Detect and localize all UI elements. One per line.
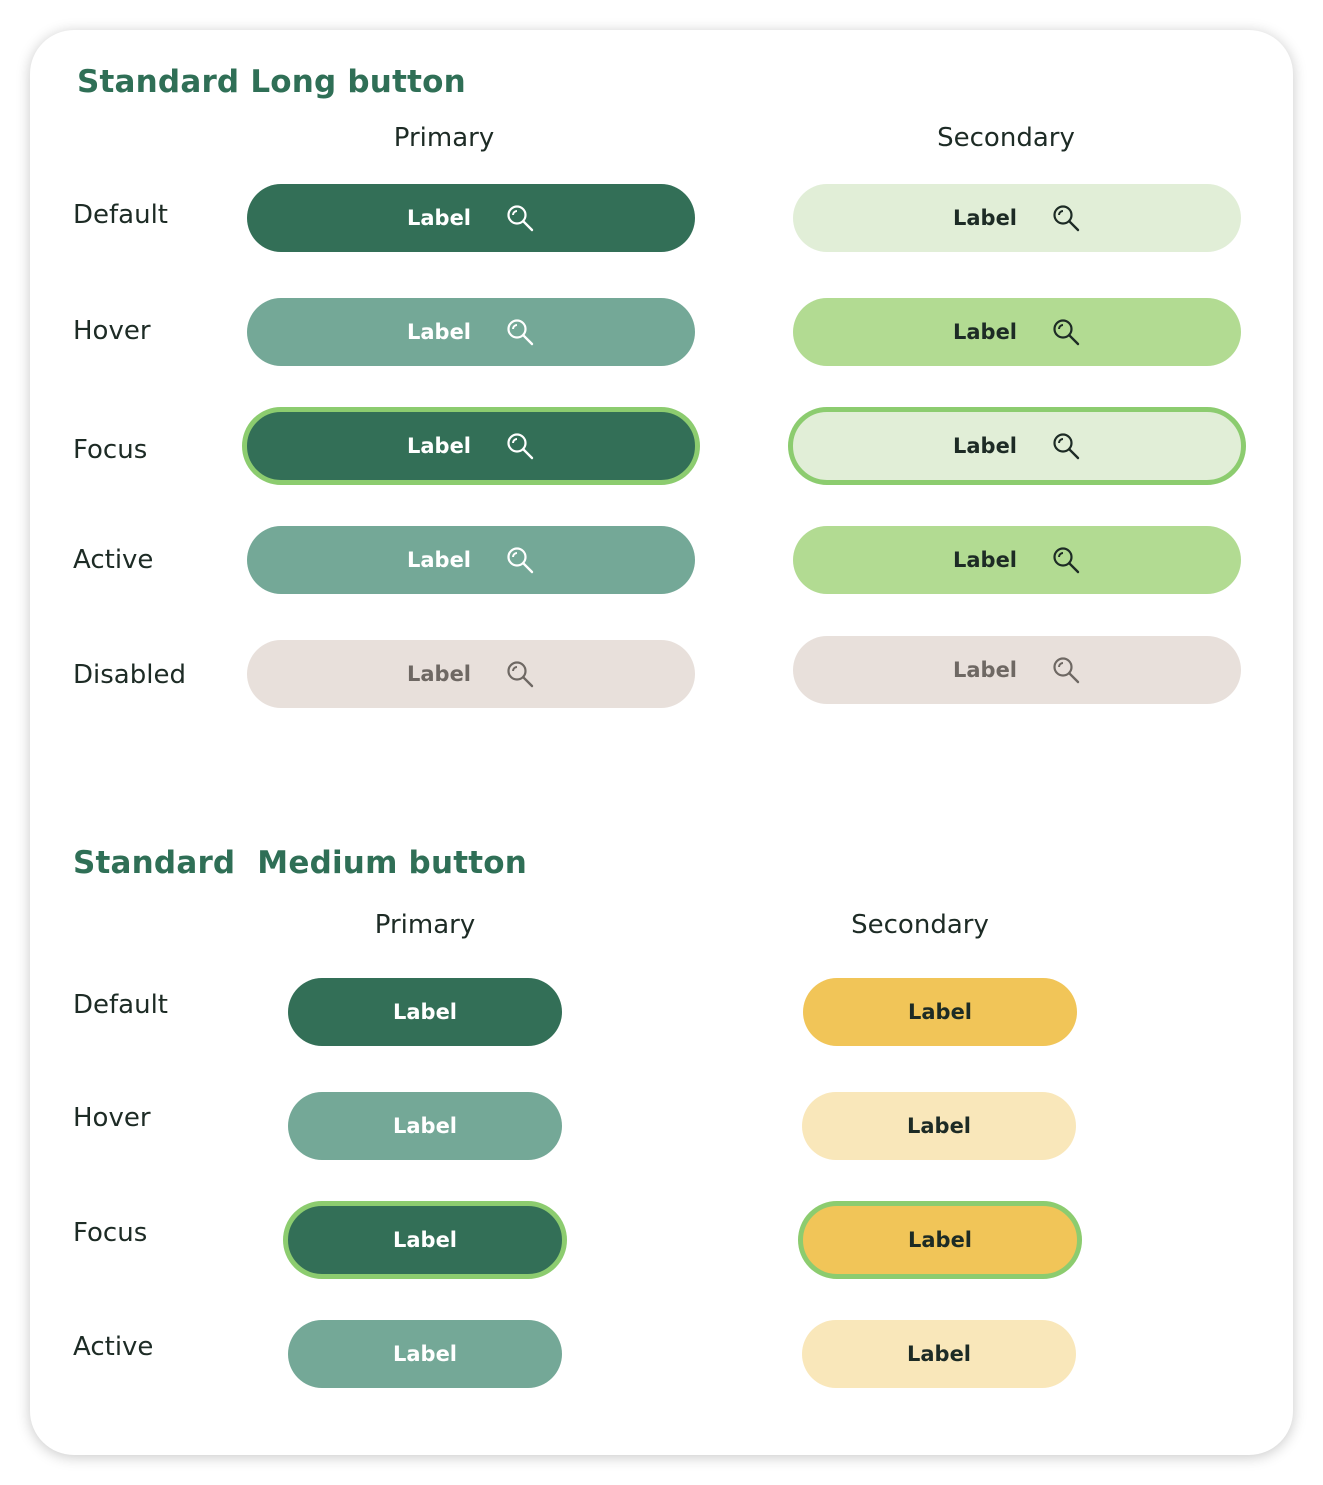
search-icon — [505, 203, 535, 233]
row-label-focus: Focus — [73, 1218, 148, 1248]
button-label: Label — [392, 1000, 458, 1024]
search-icon — [1051, 317, 1081, 347]
row-label-focus: Focus — [73, 435, 148, 465]
search-icon — [505, 317, 535, 347]
section-title-long: Standard Long button — [77, 64, 466, 100]
medium-primary-hover-button[interactable]: Label — [288, 1092, 562, 1160]
search-icon — [1051, 203, 1081, 233]
button-label: Label — [907, 1000, 973, 1024]
long-secondary-disabled-button[interactable]: Label — [793, 636, 1241, 704]
search-icon — [1051, 655, 1081, 685]
button-label: Label — [906, 1342, 972, 1366]
button-label: Label — [406, 434, 472, 458]
row-label-default: Default — [73, 990, 168, 1020]
button-label: Label — [952, 548, 1018, 572]
medium-primary-focus-button[interactable]: Label — [283, 1201, 567, 1279]
long-primary-active-button[interactable]: Label — [247, 526, 695, 594]
row-label-active: Active — [73, 545, 154, 575]
search-icon — [1051, 545, 1081, 575]
long-primary-hover-button[interactable]: Label — [247, 298, 695, 366]
button-label: Label — [406, 548, 472, 572]
button-spec-card: Standard Long button Primary Secondary D… — [30, 30, 1293, 1455]
long-secondary-focus-button[interactable]: Label — [788, 407, 1246, 485]
row-label-hover: Hover — [73, 1103, 151, 1133]
button-label: Label — [406, 206, 472, 230]
long-primary-focus-button[interactable]: Label — [242, 407, 700, 485]
button-label: Label — [906, 1114, 972, 1138]
section-title-medium: Standard Medium button — [73, 845, 528, 881]
medium-primary-active-button[interactable]: Label — [288, 1320, 562, 1388]
column-heading-secondary-long: Secondary — [937, 123, 1075, 153]
medium-secondary-default-button[interactable]: Label — [803, 978, 1077, 1046]
long-secondary-hover-button[interactable]: Label — [793, 298, 1241, 366]
search-icon — [1051, 431, 1081, 461]
long-secondary-active-button[interactable]: Label — [793, 526, 1241, 594]
button-label: Label — [392, 1228, 458, 1252]
search-icon — [505, 659, 535, 689]
medium-secondary-focus-button[interactable]: Label — [798, 1201, 1082, 1279]
row-label-disabled: Disabled — [73, 660, 186, 690]
button-label: Label — [952, 206, 1018, 230]
button-label: Label — [392, 1114, 458, 1138]
column-heading-primary-long: Primary — [393, 123, 495, 153]
search-icon — [505, 431, 535, 461]
search-icon — [505, 545, 535, 575]
row-label-default: Default — [73, 200, 168, 230]
medium-secondary-active-button[interactable]: Label — [802, 1320, 1076, 1388]
button-label: Label — [406, 320, 472, 344]
button-label: Label — [392, 1342, 458, 1366]
button-label: Label — [952, 320, 1018, 344]
button-label: Label — [952, 434, 1018, 458]
button-label: Label — [907, 1228, 973, 1252]
medium-secondary-hover-button[interactable]: Label — [802, 1092, 1076, 1160]
long-secondary-default-button[interactable]: Label — [793, 184, 1241, 252]
button-label: Label — [406, 662, 472, 686]
column-heading-secondary-medium: Secondary — [851, 910, 989, 940]
row-label-hover: Hover — [73, 316, 151, 346]
column-heading-primary-medium: Primary — [374, 910, 476, 940]
button-label: Label — [952, 658, 1018, 682]
long-primary-default-button[interactable]: Label — [247, 184, 695, 252]
row-label-active: Active — [73, 1332, 154, 1362]
long-primary-disabled-button[interactable]: Label — [247, 640, 695, 708]
medium-primary-default-button[interactable]: Label — [288, 978, 562, 1046]
